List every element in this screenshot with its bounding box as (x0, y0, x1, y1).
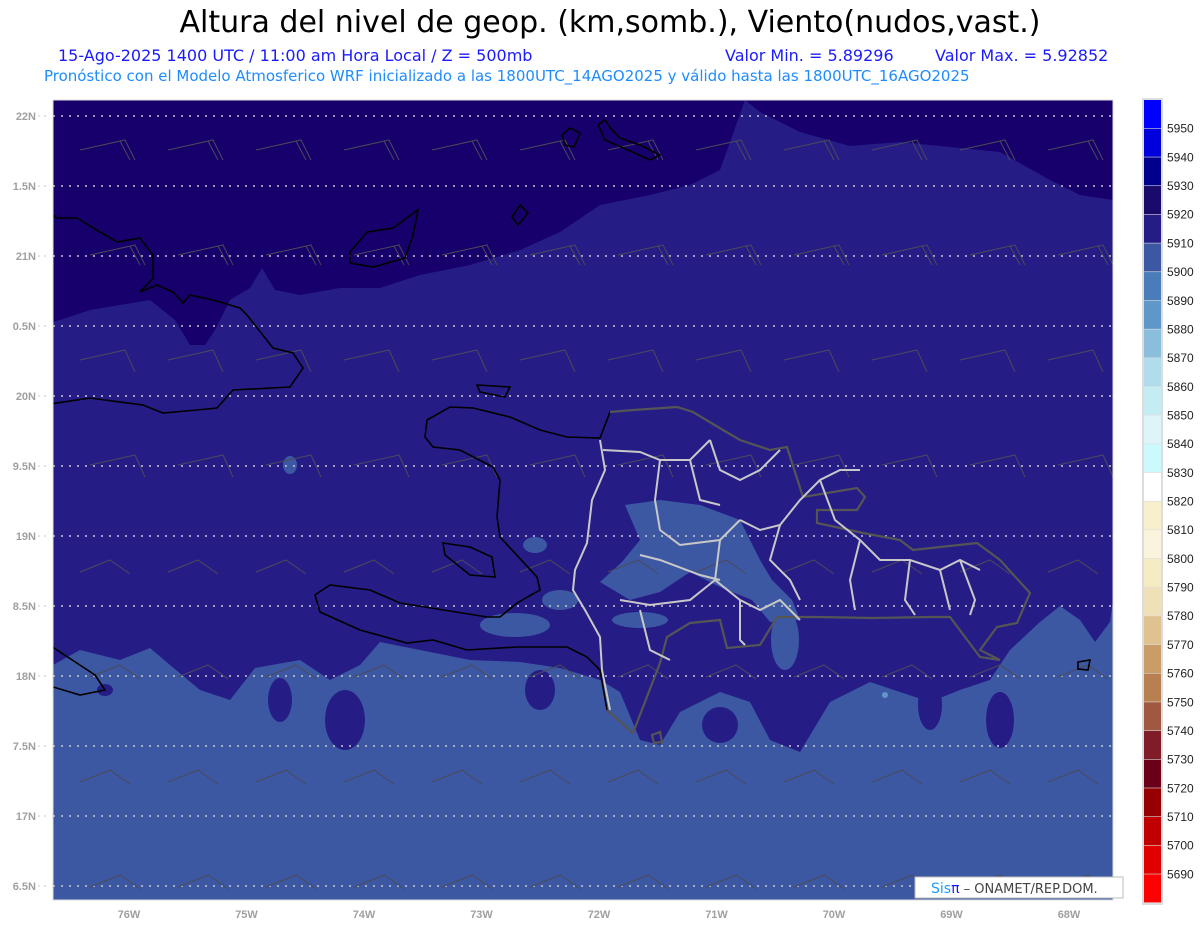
colorbar-label: 5880 (1167, 322, 1194, 336)
colorbar-label: 5820 (1167, 495, 1194, 509)
colorbar-label: 5870 (1167, 351, 1194, 365)
longitude-label: 68W (1058, 909, 1081, 921)
latitude-label: 0.5N (13, 321, 36, 333)
colorbar-label: 5930 (1167, 179, 1194, 193)
colorbar-swatch (1144, 415, 1161, 444)
latitude-label: 21N (16, 251, 36, 263)
colorbar-label: 5850 (1167, 408, 1194, 422)
weather-map-figure: Altura del nivel de geop. (km,somb.), Vi… (13, 5, 1194, 921)
colorbar-label: 5890 (1167, 294, 1194, 308)
colorbar-swatch (1144, 472, 1161, 501)
colorbar-swatch (1144, 157, 1161, 186)
colorbar-label: 5920 (1167, 208, 1194, 222)
colorbar-swatch (1144, 329, 1161, 358)
latitude-label: 8.5N (13, 601, 36, 613)
colorbar-swatch (1144, 128, 1161, 157)
longitude-label: 76W (118, 909, 141, 921)
geopotential-blob (268, 678, 292, 722)
valid-time: 15-Ago-2025 1400 UTC / 11:00 am Hora Loc… (58, 46, 532, 65)
colorbar-label: 5950 (1167, 122, 1194, 136)
latitude-label: 22N (16, 111, 36, 123)
colorbar-swatch (1144, 616, 1161, 645)
colorbar-swatch (1144, 358, 1161, 387)
longitude-label: 73W (470, 909, 493, 921)
colorbar-swatch (1144, 673, 1161, 702)
geopotential-blob (702, 707, 738, 743)
geopotential-blob (612, 612, 668, 628)
colorbar-swatch (1144, 702, 1161, 731)
colorbar-swatch (1144, 186, 1161, 215)
colorbar-swatch (1144, 845, 1161, 874)
colorbar-label: 5800 (1167, 552, 1194, 566)
credit-box: Sisπ – ONAMET/REP.DOM. (914, 876, 1124, 899)
geopotential-blob (542, 590, 578, 610)
colorbar-swatch (1144, 386, 1161, 415)
latitude-labels: 22N 1.5N 21N 0.5N 20N 9.5N 19N 8.5N 18N 7.5N 17N 6.… (13, 111, 50, 893)
colorbar-label: 5720 (1167, 781, 1194, 795)
colorbar-label: 5760 (1167, 667, 1194, 681)
longitude-label: 70W (823, 909, 846, 921)
colorbar-label: 5690 (1167, 867, 1194, 881)
colorbar-label: 5860 (1167, 380, 1194, 394)
latitude-label: 19N (16, 531, 36, 543)
latitude-label: 17N (16, 811, 36, 823)
colorbar-label: 5810 (1167, 523, 1194, 537)
colorbar-swatch (1144, 558, 1161, 587)
colorbar: 5950 5940 5930 5920 5910 5900 5890 5880 5870 5860… (1142, 98, 1194, 905)
latitude-label: 9.5N (13, 461, 36, 473)
longitude-label: 72W (588, 909, 611, 921)
min-value: Valor Min. = 5.89296 (725, 46, 894, 65)
colorbar-swatch (1144, 644, 1161, 673)
colorbar-label: 5750 (1167, 695, 1194, 709)
credit-org: – ONAMET/REP.DOM. (960, 882, 1098, 897)
max-value: Valor Max. = 5.92852 (935, 46, 1108, 65)
latitude-label: 6.5N (13, 881, 36, 893)
colorbar-swatch (1144, 788, 1161, 817)
map-plot-area (53, 100, 1113, 900)
colorbar-label: 5940 (1167, 150, 1194, 164)
colorbar-label: 5770 (1167, 638, 1194, 652)
latitude-label: 7.5N (13, 741, 36, 753)
longitude-label: 74W (353, 909, 376, 921)
colorbar-label: 5710 (1167, 810, 1194, 824)
colorbar-label: 5740 (1167, 724, 1194, 738)
longitude-label: 75W (235, 909, 258, 921)
colorbar-swatch (1144, 816, 1161, 846)
colorbar-label: 5840 (1167, 437, 1194, 451)
colorbar-swatch (1144, 214, 1161, 243)
credit-text: Sisπ – ONAMET/REP.DOM. (931, 881, 1098, 897)
colorbar-label: 5910 (1167, 236, 1194, 250)
colorbar-swatch (1144, 759, 1161, 788)
colorbar-swatch (1144, 272, 1161, 301)
map-title: Altura del nivel de geop. (km,somb.), Vi… (180, 5, 1041, 40)
colorbar-swatch (1144, 300, 1161, 329)
colorbar-swatch (1144, 100, 1161, 129)
longitude-label: 71W (705, 909, 728, 921)
colorbar-label: 5780 (1167, 609, 1194, 623)
colorbar-swatch (1144, 730, 1161, 760)
credit-sis: Sis (931, 881, 951, 897)
colorbar-swatch (1144, 587, 1161, 616)
colorbar-label: 5790 (1167, 581, 1194, 595)
geopotential-blob (918, 680, 942, 730)
geopotential-blob (325, 690, 365, 750)
colorbar-label: 5700 (1167, 839, 1194, 853)
longitude-label: 69W (940, 909, 963, 921)
colorbar-swatch (1144, 530, 1161, 559)
geopotential-blob (523, 537, 547, 553)
geopotential-blob (882, 692, 888, 698)
model-info: Pronóstico con el Modelo Atmosferico WRF… (44, 67, 970, 86)
colorbar-swatch (1144, 444, 1161, 473)
latitude-label: 20N (16, 391, 36, 403)
colorbar-label: 5730 (1167, 753, 1194, 767)
colorbar-label: 5830 (1167, 466, 1194, 480)
colorbar-swatch (1144, 501, 1161, 530)
latitude-label: 18N (16, 671, 36, 683)
colorbar-swatch (1144, 243, 1161, 272)
longitude-labels: 76W 75W 74W 73W 72W 71W 70W 69W 68W (118, 909, 1081, 921)
colorbar-label: 5900 (1167, 265, 1194, 279)
latitude-label: 1.5N (13, 181, 36, 193)
colorbar-swatch (1144, 874, 1161, 903)
geopotential-blob (986, 692, 1014, 748)
